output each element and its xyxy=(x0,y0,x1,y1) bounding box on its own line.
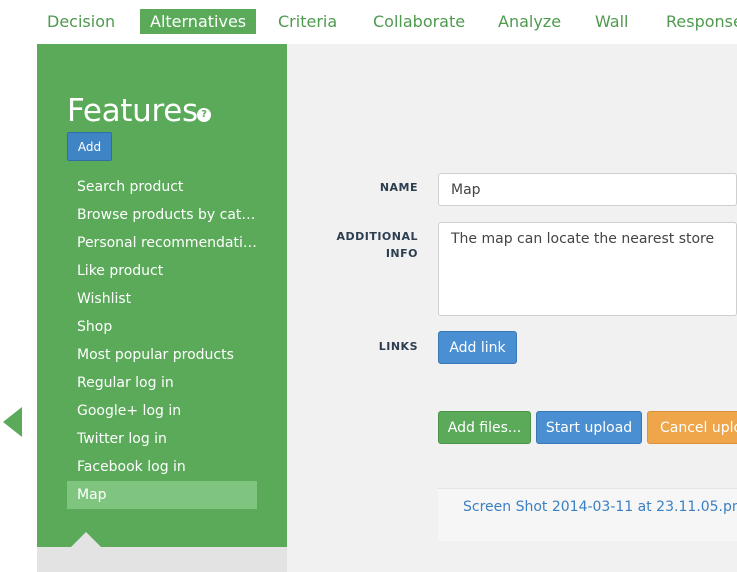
previous-arrow-icon[interactable] xyxy=(3,407,22,437)
feature-item-like-product[interactable]: Like product xyxy=(67,257,257,285)
feature-item-most-popular[interactable]: Most popular products xyxy=(67,341,257,369)
nav-tab-responses[interactable]: Responses xyxy=(656,9,737,34)
feature-item-google-login[interactable]: Google+ log in xyxy=(67,397,257,425)
cancel-upload-button[interactable]: Cancel upload xyxy=(647,411,737,444)
feature-item-browse-products[interactable]: Browse products by category xyxy=(67,201,257,229)
uploaded-file-link[interactable]: Screen Shot 2014-03-11 at 23.11.05.png xyxy=(463,499,737,515)
sidebar-title: Features xyxy=(67,93,198,129)
additional-info-field[interactable]: The map can locate the nearest store xyxy=(438,222,737,316)
links-label: LINKS xyxy=(378,340,418,353)
feature-item-facebook-login[interactable]: Facebook log in xyxy=(67,453,257,481)
nav-tab-criteria[interactable]: Criteria xyxy=(268,9,347,34)
caret-up-icon xyxy=(70,532,102,548)
uploaded-file-row: Screen Shot 2014-03-11 at 23.11.05.png xyxy=(438,488,737,541)
name-field[interactable] xyxy=(438,173,737,206)
nav-tab-wall[interactable]: Wall xyxy=(585,9,639,34)
additional-info-label-line1: ADDITIONAL xyxy=(336,230,418,243)
nav-tab-alternatives[interactable]: Alternatives xyxy=(140,9,257,34)
feature-item-search-product[interactable]: Search product xyxy=(67,173,257,201)
additional-info-label-line2: INFO xyxy=(385,247,418,260)
feature-item-regular-login[interactable]: Regular log in xyxy=(67,369,257,397)
additional-info-label: ADDITIONAL INFO xyxy=(330,230,418,260)
nav-tab-analyze[interactable]: Analyze xyxy=(488,9,571,34)
add-feature-button[interactable]: Add xyxy=(67,132,112,161)
feature-item-map[interactable]: Map xyxy=(67,481,257,509)
add-link-button[interactable]: Add link xyxy=(438,331,517,364)
feature-item-wishlist[interactable]: Wishlist xyxy=(67,285,257,313)
sidebar-footer xyxy=(37,547,287,572)
start-upload-button[interactable]: Start upload xyxy=(536,411,642,444)
nav-tab-collaborate[interactable]: Collaborate xyxy=(363,9,475,34)
help-icon[interactable]: ? xyxy=(197,108,211,122)
feature-item-personal-recommendations[interactable]: Personal recommendations xyxy=(67,229,257,257)
name-label: NAME xyxy=(379,181,418,194)
nav-tab-decision[interactable]: Decision xyxy=(37,9,125,34)
feature-item-shop[interactable]: Shop xyxy=(67,313,257,341)
add-files-button[interactable]: Add files... xyxy=(438,411,531,444)
top-navigation: Decision Alternatives Criteria Collabora… xyxy=(0,0,737,44)
feature-list: Search product Browse products by catego… xyxy=(67,173,257,509)
feature-item-twitter-login[interactable]: Twitter log in xyxy=(67,425,257,453)
